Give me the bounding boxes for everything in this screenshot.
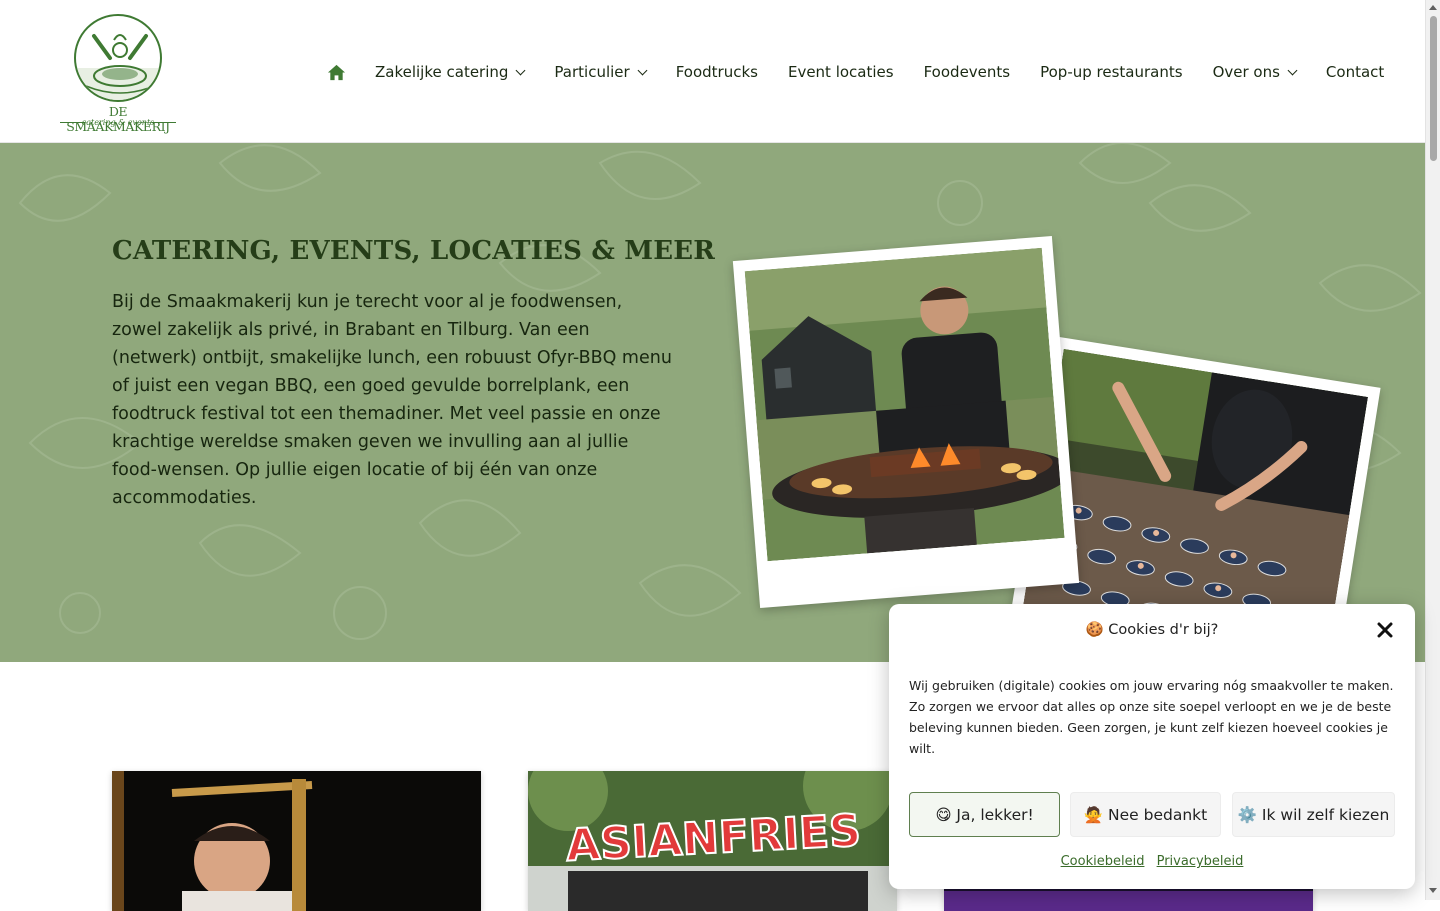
nav-item-zakelijke-catering[interactable]: Zakelijke catering xyxy=(375,63,526,81)
card-chef[interactable] xyxy=(112,771,481,911)
site-logo[interactable]: DE SMAAKMAKERIJ catering & events xyxy=(56,14,180,134)
cookie-policy-links: Cookiebeleid Privacybeleid xyxy=(889,854,1415,869)
nav-item-label: Over ons xyxy=(1212,63,1280,81)
nav-item-label: Particulier xyxy=(554,63,630,81)
privacy-policy-link[interactable]: Privacybeleid xyxy=(1157,854,1244,869)
nav-item-label: Pop-up restaurants xyxy=(1040,63,1183,81)
hero-title: CATERING, EVENTS, LOCATIES & MEER xyxy=(112,236,716,266)
scroll-up-arrow-icon[interactable] xyxy=(1429,5,1437,10)
chevron-down-icon xyxy=(515,65,526,75)
close-icon[interactable] xyxy=(1375,620,1395,640)
nav-item-pop-up-restaurants[interactable]: Pop-up restaurants xyxy=(1040,63,1182,81)
nav-item-label: Zakelijke catering xyxy=(375,63,509,81)
nav-item-over-ons[interactable]: Over ons xyxy=(1212,63,1298,81)
accept-cookies-button[interactable]: 😋 Ja, lekker! xyxy=(909,792,1060,837)
nav-item-particulier[interactable]: Particulier xyxy=(554,63,648,81)
chef-card-photo xyxy=(112,771,481,911)
home-icon[interactable] xyxy=(327,63,346,82)
logo-emblem xyxy=(74,14,162,102)
scroll-thumb[interactable] xyxy=(1430,16,1437,161)
nav-item-label: Event locaties xyxy=(787,63,894,81)
cookie-dialog-text: Wij gebruiken (digitale) cookies om jouw… xyxy=(909,678,1394,756)
chef-bbq-photo xyxy=(744,247,1065,562)
chevron-down-icon xyxy=(1287,65,1298,75)
chevron-down-icon xyxy=(637,65,648,75)
site-header: DE SMAAKMAKERIJ catering & events Zakeli… xyxy=(0,0,1425,143)
card-foodtruck[interactable]: ASIANFRIES xyxy=(528,771,897,911)
nav-item-label: Contact xyxy=(1325,63,1385,81)
photo-polaroid-chef-bbq xyxy=(732,235,1080,609)
nav-item-label: Foodtrucks xyxy=(675,63,758,81)
page-scrollbar[interactable] xyxy=(1425,0,1440,900)
nav-item-event-locaties[interactable]: Event locaties xyxy=(788,63,894,81)
hero-description: Bij de Smaakmakerij kun je terecht voor … xyxy=(112,292,672,508)
nav-item-contact[interactable]: Contact xyxy=(1326,63,1384,81)
cookie-preferences-button[interactable]: ⚙️ Ik wil zelf kiezen xyxy=(1232,792,1395,837)
scroll-down-arrow-icon[interactable] xyxy=(1429,888,1437,893)
nav-item-foodtrucks[interactable]: Foodtrucks xyxy=(676,63,758,81)
nav-item-foodevents[interactable]: Foodevents xyxy=(924,63,1011,81)
cookie-consent-dialog: 🍪 Cookies d'r bij? Wij gebruiken (digita… xyxy=(889,604,1415,889)
cookie-dialog-title: 🍪 Cookies d'r bij? xyxy=(1085,622,1219,638)
cookie-policy-link[interactable]: Cookiebeleid xyxy=(1061,854,1145,869)
logo-divider-right xyxy=(152,122,176,123)
foodtruck-card-photo: ASIANFRIES xyxy=(528,771,897,911)
main-nav: Zakelijke catering Particulier Foodtruck… xyxy=(327,60,1384,84)
nav-item-label: Foodevents xyxy=(923,63,1011,81)
deny-cookies-button[interactable]: 🙅 Nee bedankt xyxy=(1070,792,1221,837)
